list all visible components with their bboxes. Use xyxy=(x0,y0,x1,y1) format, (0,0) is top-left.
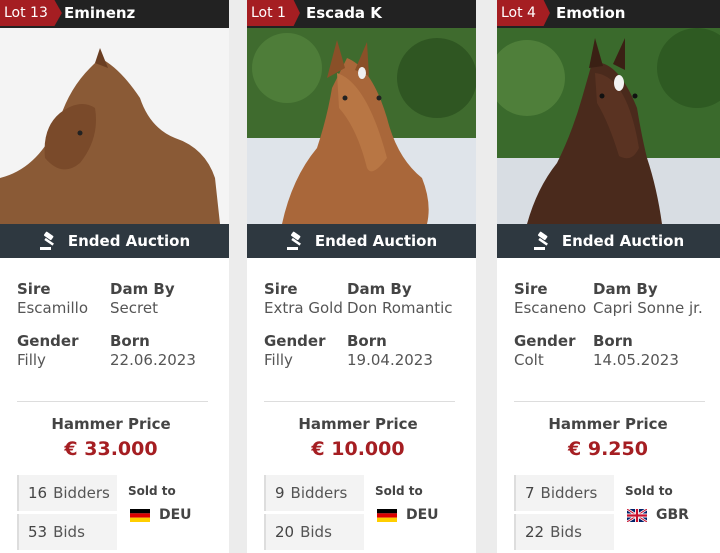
card-header: Lot 13 Eminenz xyxy=(0,0,229,28)
bids-label: Bids xyxy=(300,523,332,541)
hammer-price-label: Hammer Price xyxy=(548,415,668,433)
hammer-price: Hammer Price € 33.000 xyxy=(0,414,222,461)
dam-label: Dam By xyxy=(593,280,658,298)
horse-name[interactable]: Emotion xyxy=(556,0,625,26)
bidders-label: Bidders xyxy=(53,484,110,502)
divider xyxy=(17,401,208,402)
bids-count: 53 xyxy=(28,523,48,541)
country-code: GBR xyxy=(656,507,689,523)
sold-country: DEU xyxy=(377,507,439,523)
hammer-price-label: Hammer Price xyxy=(51,415,171,433)
sire-label: Sire xyxy=(264,280,298,298)
dam-label: Dam By xyxy=(110,280,175,298)
horse-details: Sire Extra Gold Dam By Don Romantic Gender… xyxy=(264,280,468,370)
born-label: Born xyxy=(593,332,633,350)
born-value: 22.06.2023 xyxy=(110,351,196,369)
gavel-icon xyxy=(533,231,548,250)
lot-badge: Lot 4 xyxy=(497,0,550,26)
sold-to-label: Sold to xyxy=(375,484,423,498)
country-code: DEU xyxy=(406,507,439,523)
bidders-count: 7 xyxy=(525,484,535,502)
bids-stat: 20 Bids xyxy=(264,514,364,550)
horse-details: Sire Escamillo Dam By Secret Gender Filly B… xyxy=(17,280,221,370)
horse-details: Sire Escaneno Dam By Capri Sonne jr. Gende… xyxy=(514,280,712,370)
gavel-icon xyxy=(286,231,301,250)
divider xyxy=(264,401,455,402)
uk-flag-icon xyxy=(627,508,647,522)
sire-value: Escaneno xyxy=(514,299,587,317)
germany-flag-icon xyxy=(130,508,150,522)
hammer-price-label: Hammer Price xyxy=(298,415,418,433)
gender-label: Gender xyxy=(264,332,326,350)
hammer-price-value: € 9.250 xyxy=(568,438,648,460)
bids-stat: 22 Bids xyxy=(514,514,614,550)
sire-label: Sire xyxy=(17,280,51,298)
lot-badge: Lot 13 xyxy=(0,0,62,26)
bids-count: 22 xyxy=(525,523,545,541)
born-label: Born xyxy=(110,332,150,350)
gender-label: Gender xyxy=(17,332,79,350)
sold-to-label: Sold to xyxy=(625,484,673,498)
dam-label: Dam By xyxy=(347,280,412,298)
divider xyxy=(514,401,705,402)
card-header: Lot 4 Emotion xyxy=(497,0,720,28)
horse-name[interactable]: Eminenz xyxy=(64,0,135,26)
bidders-stat: 16 Bidders xyxy=(17,475,117,511)
card-header: Lot 1 Escada K xyxy=(247,0,476,28)
bids-count: 20 xyxy=(275,523,295,541)
horse-name[interactable]: Escada K xyxy=(306,0,382,26)
gender-label: Gender xyxy=(514,332,576,350)
hammer-price: Hammer Price € 10.000 xyxy=(247,414,469,461)
auction-status-label: Ended Auction xyxy=(561,232,685,250)
born-value: 19.04.2023 xyxy=(347,351,433,369)
bids-label: Bids xyxy=(53,523,85,541)
sold-country: DEU xyxy=(130,507,192,523)
bidders-label: Bidders xyxy=(540,484,598,502)
sire-label: Sire xyxy=(514,280,548,298)
gavel-icon xyxy=(39,231,54,250)
bids-stat: 53 Bids xyxy=(17,514,117,550)
horse-photo[interactable] xyxy=(497,28,720,224)
bids-label: Bids xyxy=(550,523,582,541)
lot-card[interactable]: Lot 4 Emotion Ended Auction Sire Escaneno xyxy=(497,0,720,553)
auction-status-bar: Ended Auction xyxy=(247,224,476,258)
germany-flag-icon xyxy=(377,508,397,522)
auction-status-bar: Ended Auction xyxy=(0,224,229,258)
bidders-stat: 7 Bidders xyxy=(514,475,614,511)
sire-value: Extra Gold xyxy=(264,299,343,317)
horse-photo[interactable] xyxy=(0,28,229,224)
sire-value: Escamillo xyxy=(17,299,89,317)
bidders-label: Bidders xyxy=(290,484,348,502)
sold-country: GBR xyxy=(627,507,689,523)
bidders-count: 9 xyxy=(275,484,285,502)
auction-status-label: Ended Auction xyxy=(314,232,438,250)
hammer-price-value: € 10.000 xyxy=(311,438,405,460)
lot-badge: Lot 1 xyxy=(247,0,300,26)
dam-value: Capri Sonne jr. xyxy=(593,299,703,317)
gender-value: Colt xyxy=(514,351,544,369)
hammer-price-value: € 33.000 xyxy=(64,438,158,460)
gender-value: Filly xyxy=(264,351,293,369)
bidders-count: 16 xyxy=(28,484,48,502)
born-label: Born xyxy=(347,332,387,350)
lot-card[interactable]: Lot 13 Eminenz Ended Auction Sire Escamil… xyxy=(0,0,229,553)
country-code: DEU xyxy=(159,507,192,523)
dam-value: Don Romantic xyxy=(347,299,453,317)
horse-photo[interactable] xyxy=(247,28,476,224)
hammer-price: Hammer Price € 9.250 xyxy=(497,414,719,461)
auction-status-label: Ended Auction xyxy=(67,232,191,250)
auction-status-bar: Ended Auction xyxy=(497,224,720,258)
bidders-stat: 9 Bidders xyxy=(264,475,364,511)
lot-card[interactable]: Lot 1 Escada K Ended Auction Sire Extra G… xyxy=(247,0,476,553)
born-value: 14.05.2023 xyxy=(593,351,679,369)
dam-value: Secret xyxy=(110,299,158,317)
gender-value: Filly xyxy=(17,351,46,369)
sold-to-label: Sold to xyxy=(128,484,176,498)
